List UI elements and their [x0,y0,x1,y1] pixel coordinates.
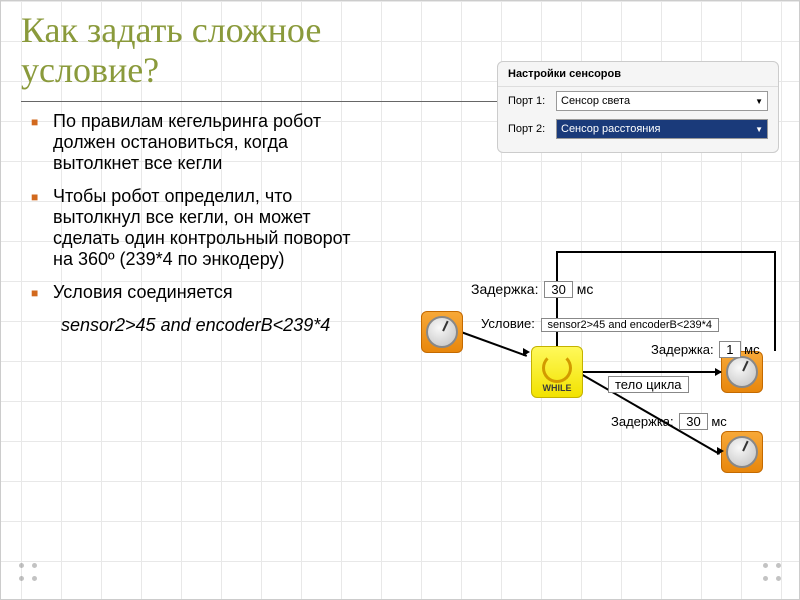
stopwatch-icon [726,356,758,388]
port2-value: Сенсор расстояния [561,123,660,135]
bullet-item: Чтобы робот определил, что вытолкнул все… [31,186,361,270]
stopwatch-icon [426,316,458,348]
port1-value: Сенсор света [561,95,630,107]
slide-corner-decoration [763,563,781,581]
timer-block-end[interactable] [721,431,763,473]
condition-text: sensor2>45 and encoderB<239*4 [61,315,361,336]
slide: Как задать сложное условие? По правилам … [0,0,800,600]
title-line-2: условие? [21,50,159,90]
port2-dropdown[interactable]: Сенсор расстояния ▼ [556,119,768,139]
sensor-port2-row: Порт 2: Сенсор расстояния ▼ [498,115,778,143]
port1-dropdown[interactable]: Сенсор света ▼ [556,91,768,111]
while-block[interactable]: WHILE [531,346,583,398]
title-line-1: Как задать сложное [21,10,321,50]
wire [556,251,776,253]
while-label: WHILE [532,383,582,393]
arrow-icon [523,348,530,356]
delay3-label: Задержка: 30 мс [611,413,727,430]
delay1-label: Задержка: 30 мс [471,281,593,298]
slide-title: Как задать сложное условие? [21,11,321,90]
arrow-icon [715,368,722,376]
condition-label: Условие: sensor2>45 and encoderB<239*4 [481,316,719,332]
bullet-list: По правилам кегельринга робот должен ост… [31,111,361,336]
port2-label: Порт 2: [508,123,550,135]
port1-label: Порт 1: [508,95,550,107]
bullet-item: Условия соединяется [31,282,361,303]
sensor-settings-panel: Настройки сенсоров Порт 1: Сенсор света … [497,61,779,153]
wire [581,371,721,373]
slide-corner-decoration [19,563,37,581]
stopwatch-icon [726,436,758,468]
delay3-value[interactable]: 30 [679,413,707,430]
wire [774,251,776,351]
delay2-value[interactable]: 1 [719,341,740,358]
loop-icon [542,353,572,383]
sensor-port1-row: Порт 1: Сенсор света ▼ [498,87,778,115]
delay1-value[interactable]: 30 [544,281,572,298]
arrow-icon [717,447,724,455]
chevron-down-icon: ▼ [755,97,763,106]
bullet-item: По правилам кегельринга робот должен ост… [31,111,361,174]
loop-body-label: тело цикла [606,376,689,393]
condition-value[interactable]: sensor2>45 and encoderB<239*4 [541,318,720,332]
sensor-panel-header: Настройки сенсоров [498,62,778,87]
delay2-label: Задержка: 1 мс [651,341,760,358]
timer-block-start[interactable] [421,311,463,353]
chevron-down-icon: ▼ [755,125,763,134]
